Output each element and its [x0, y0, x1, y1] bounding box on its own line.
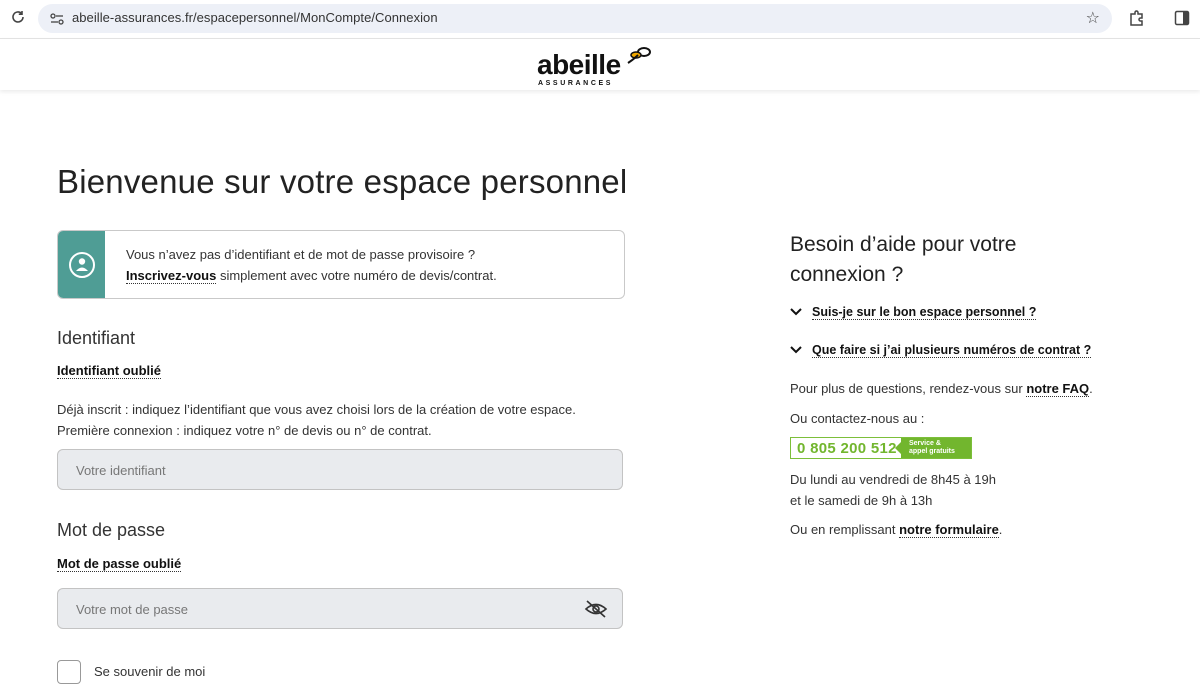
- info-register-line: Inscrivez-vous simplement avec votre num…: [126, 268, 497, 284]
- site-settings-icon[interactable]: [50, 12, 64, 25]
- contact-text: Ou contactez-nous au :: [790, 411, 925, 426]
- contact-form-text: Ou en remplissant notre formulaire.: [790, 522, 1003, 538]
- hours-saturday: et le samedi de 9h à 13h: [790, 493, 933, 508]
- hours-weekdays: Du lundi au vendredi de 8h45 à 19h: [790, 472, 996, 487]
- user-circle-icon: [69, 252, 95, 278]
- help-title: Besoin d’aide pour votre connexion ?: [790, 233, 1017, 286]
- forgot-identifier-link[interactable]: Identifiant oublié: [57, 363, 161, 379]
- identifier-field: [57, 449, 623, 491]
- password-field: [57, 588, 623, 630]
- identifier-help-registered: Déjà inscrit : indiquez l’identifiant qu…: [57, 402, 576, 417]
- bookmark-star-icon[interactable]: ☆: [1086, 8, 1100, 28]
- browser-toolbar: abeille-assurances.fr/espacepersonnel/Mo…: [0, 0, 1200, 39]
- chevron-down-icon: [790, 345, 804, 357]
- phone-badge[interactable]: 0 805 200 512 Service & appel gratuits: [790, 437, 972, 459]
- password-input[interactable]: [58, 589, 558, 630]
- forgot-password-link[interactable]: Mot de passe oublié: [57, 556, 182, 572]
- extensions-icon[interactable]: [1128, 9, 1146, 27]
- faq-question: Que faire si j’ai plusieurs numéros de c…: [812, 343, 1092, 358]
- remember-me-checkbox[interactable]: [57, 660, 81, 684]
- faq-question: Suis-je sur le bon espace personnel ?: [812, 305, 1037, 320]
- logo-wordmark: abeille: [537, 49, 621, 80]
- site-header: abeille ASSURANCES: [0, 39, 1200, 90]
- identifier-section-title: Identifiant: [57, 328, 136, 348]
- more-questions-text: Pour plus de questions, rendez-vous sur …: [790, 381, 1093, 397]
- reload-icon[interactable]: [10, 9, 26, 27]
- logo-subtitle: ASSURANCES: [538, 80, 614, 87]
- identifier-help-first-login: Première connexion : indiquez votre n° d…: [57, 423, 432, 438]
- info-question: Vous n’avez pas d’identifiant et de mot …: [126, 247, 476, 262]
- faq-link[interactable]: notre FAQ: [1026, 381, 1090, 397]
- identifier-input[interactable]: [58, 450, 558, 491]
- register-info-box: Vous n’avez pas d’identifiant et de mot …: [57, 230, 625, 299]
- info-register-rest: simplement avec votre numéro de devis/co…: [216, 268, 497, 283]
- remember-me-label: Se souvenir de moi: [94, 664, 206, 679]
- toggle-password-visibility-icon[interactable]: [584, 599, 608, 619]
- page-title: Bienvenue sur votre espace personnel: [57, 163, 628, 200]
- side-panel-icon[interactable]: [1174, 10, 1190, 26]
- address-bar[interactable]: abeille-assurances.fr/espacepersonnel/Mo…: [38, 4, 1112, 33]
- more-questions-prefix: Pour plus de questions, rendez-vous sur: [790, 381, 1027, 396]
- bee-icon: [627, 47, 651, 64]
- url-text: abeille-assurances.fr/espacepersonnel/Mo…: [72, 10, 438, 25]
- phone-number: 0 805 200 512: [797, 440, 897, 457]
- free-call-tag: Service & appel gratuits: [895, 438, 971, 458]
- abeille-logo[interactable]: abeille ASSURANCES: [537, 45, 657, 87]
- info-icon-block: [58, 231, 105, 298]
- register-link[interactable]: Inscrivez-vous: [126, 268, 217, 284]
- free-call-tag-line1: Service &: [909, 440, 941, 447]
- faq-item-right-space[interactable]: Suis-je sur le bon espace personnel ?: [790, 305, 1037, 320]
- contact-form-prefix: Ou en remplissant: [790, 522, 900, 537]
- password-section-title: Mot de passe: [57, 520, 166, 540]
- chevron-down-icon: [790, 307, 804, 319]
- contact-form-link[interactable]: notre formulaire: [899, 522, 999, 538]
- faq-item-multiple-contracts[interactable]: Que faire si j’ai plusieurs numéros de c…: [790, 343, 1092, 358]
- free-call-tag-line2: appel gratuits: [909, 448, 955, 455]
